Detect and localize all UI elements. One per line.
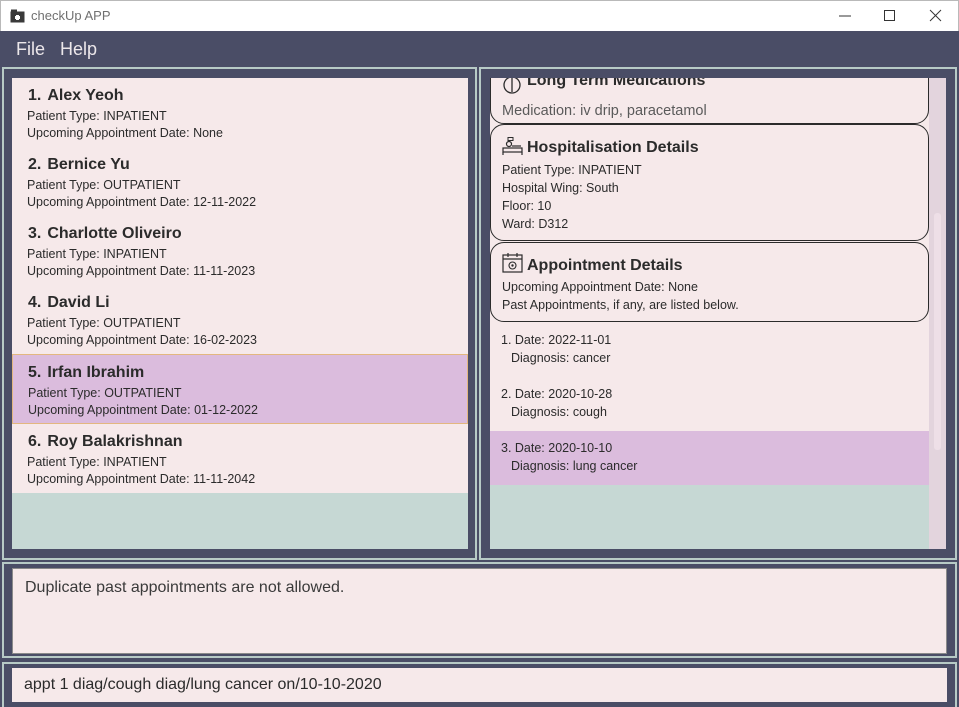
hospital-bed-icon [502,137,523,155]
patient-name-text: Alex Yeoh [47,87,124,104]
hospital-floor: Floor: 10 [502,199,552,213]
patient-name-text: Roy Balakrishnan [47,433,183,450]
patient-name-text: David Li [47,294,110,311]
details-scrollbar-thumb[interactable] [934,213,941,450]
patient-card-selected[interactable]: 5. Irfan Ibrahim Patient Type: OUTPATIENT… [12,354,468,424]
patient-card[interactable]: 2. Bernice Yu Patient Type: OUTPATIENT Up… [12,147,468,216]
past-appointment-diagnosis: Diagnosis: lung cancer [511,459,638,473]
pill-icon [503,78,521,94]
past-appointment-item[interactable]: 2. Date: 2020-10-28 Diagnosis: cough [490,377,929,431]
patient-index: 5. [28,364,42,381]
patient-type: Patient Type: INPATIENT [27,247,167,261]
minimize-button[interactable] [822,1,868,31]
patient-name: 4. David Li [28,294,110,312]
result-display: Duplicate past appointments are not allo… [12,568,947,654]
patient-appointment: Upcoming Appointment Date: 11-11-2042 [27,472,256,486]
patient-appointment: Upcoming Appointment Date: 01-12-2022 [28,403,259,417]
medications-line: Medication: iv drip, paracetamol [502,103,707,119]
patient-card[interactable]: 3. Charlotte Oliveiro Patient Type: INPAT… [12,216,468,285]
patient-name: 2. Bernice Yu [28,156,130,174]
patient-index: 1. [28,87,42,104]
patient-name: 3. Charlotte Oliveiro [28,225,182,243]
patient-type: Patient Type: INPATIENT [27,109,167,123]
app-icon [10,9,25,23]
hospitalisation-card: Hospitalisation Details Patient Type: IN… [490,124,929,241]
patient-details[interactable]: Long Term Medications Medication: iv dri… [490,78,929,549]
menu-file[interactable]: File [16,39,45,60]
patient-index: 3. [28,225,42,242]
patient-index: 6. [28,433,42,450]
patient-appointment: Upcoming Appointment Date: 12-11-2022 [27,195,257,209]
patient-appointment: Upcoming Appointment Date: None [27,126,223,140]
patient-index: 4. [28,294,42,311]
command-input[interactable] [12,668,947,702]
window-title: checkUp APP [31,8,111,23]
title-bar: checkUp APP [0,0,959,31]
hospitalisation-patient-type: Patient Type: INPATIENT [502,163,642,177]
result-message: Duplicate past appointments are not allo… [25,579,345,596]
maximize-button[interactable] [867,1,913,31]
patient-card[interactable]: 4. David Li Patient Type: OUTPATIENT Upco… [12,285,468,354]
medications-card: Long Term Medications Medication: iv dri… [490,78,929,124]
past-appointment-date: 1. Date: 2022-11-01 [501,333,612,347]
past-appointment-date: 3. Date: 2020-10-10 [501,441,613,455]
appointment-card: Appointment Details Upcoming Appointment… [490,242,929,322]
maximize-icon [884,10,895,21]
menu-bar: File Help [0,31,959,67]
patient-card[interactable]: 6. Roy Balakrishnan Patient Type: INPATIE… [12,424,468,493]
patient-type: Patient Type: OUTPATIENT [27,316,181,330]
hospitalisation-title: Hospitalisation Details [527,139,699,156]
appointment-title: Appointment Details [527,257,683,274]
patient-name: 1. Alex Yeoh [28,87,124,105]
patient-name-text: Charlotte Oliveiro [47,225,182,242]
medications-title: Long Term Medications [527,78,706,89]
hospital-wing: Hospital Wing: South [502,181,619,195]
patient-type: Patient Type: OUTPATIENT [27,178,181,192]
patient-name: 5. Irfan Ibrahim [28,364,144,382]
past-appointment-item-selected[interactable]: 3. Date: 2020-10-10 Diagnosis: lung canc… [490,431,929,485]
patient-appointment: Upcoming Appointment Date: 11-11-2023 [27,264,256,278]
appointment-note: Past Appointments, if any, are listed be… [502,298,739,312]
menu-help[interactable]: Help [60,39,97,60]
past-appointment-diagnosis: Diagnosis: cancer [511,351,611,365]
patient-name-text: Irfan Ibrahim [47,364,145,381]
minimize-icon [839,15,851,17]
patient-name: 6. Roy Balakrishnan [28,433,183,451]
patient-appointment: Upcoming Appointment Date: 16-02-2023 [27,333,258,347]
hospital-ward: Ward: D312 [502,217,569,231]
patient-index: 2. [28,156,42,173]
details-scrollbar[interactable] [929,78,946,549]
close-icon [929,9,942,22]
patient-type: Patient Type: INPATIENT [27,455,167,469]
appointment-upcoming: Upcoming Appointment Date: None [502,280,698,294]
close-button[interactable] [913,1,959,31]
past-appointment-item[interactable]: 1. Date: 2022-11-01 Diagnosis: cancer [490,323,929,377]
past-appointment-diagnosis: Diagnosis: cough [511,405,607,419]
calendar-icon [502,253,523,273]
patient-type: Patient Type: OUTPATIENT [28,386,182,400]
patient-name-text: Bernice Yu [47,156,130,173]
patient-list[interactable]: 1. Alex Yeoh Patient Type: INPATIENT Upco… [12,78,468,549]
past-appointment-date: 2. Date: 2020-10-28 [501,387,613,401]
patient-card[interactable]: 1. Alex Yeoh Patient Type: INPATIENT Upco… [12,78,468,147]
